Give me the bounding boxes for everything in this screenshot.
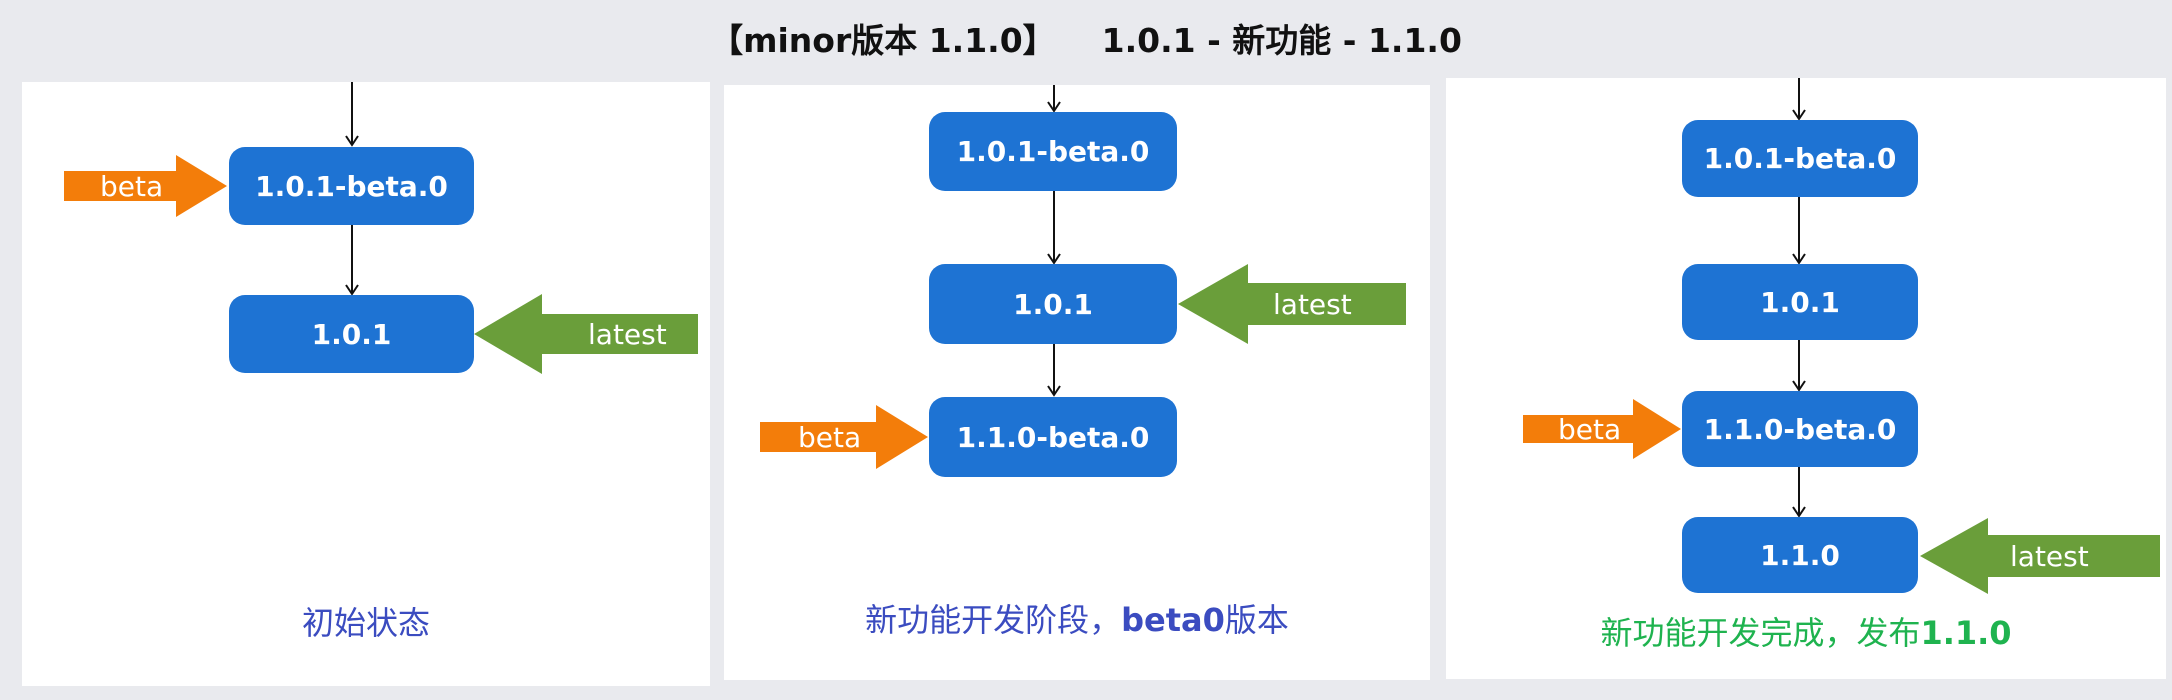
latest-label: latest (1273, 287, 1352, 321)
beta-pointer-arrow: beta (760, 405, 928, 469)
beta-label: beta (100, 169, 164, 203)
panel-release: 1.0.1-beta.0 1.0.1 1.1.0-beta.0 1.1.0 be… (1446, 78, 2166, 679)
version-box: 1.0.1-beta.0 (229, 147, 474, 225)
diagram-title: 【minor版本 1.1.0】 1.0.1 - 新功能 - 1.1.0 (0, 14, 2172, 62)
latest-pointer-arrow: latest (1178, 264, 1406, 344)
latest-pointer-arrow: latest (1920, 518, 2160, 594)
latest-label: latest (588, 317, 667, 351)
title-part-1: 【minor版本 1.1.0】 (710, 21, 1056, 60)
beta-pointer-arrow: beta (64, 155, 227, 217)
panel-caption: 初始状态 (301, 604, 430, 642)
latest-pointer-arrow: latest (474, 294, 698, 374)
beta-label: beta (798, 420, 862, 454)
latest-label: latest (2010, 539, 2089, 573)
title-part-2: 1.0.1 - 新功能 - 1.1.0 (1101, 21, 1462, 60)
version-box: 1.0.1 (229, 295, 474, 373)
panel-initial-state: 1.0.1-beta.0 1.0.1 beta latest 初始状态 (22, 82, 710, 686)
version-box: 1.1.0-beta.0 (1682, 391, 1918, 467)
caption-prefix: 新功能开发阶段， (865, 601, 1122, 639)
version-box: 1.0.1 (929, 264, 1177, 344)
panel-beta-stage: 1.0.1-beta.0 1.0.1 1.1.0-beta.0 latest b… (724, 85, 1430, 680)
panel-caption: 新功能开发完成，发布1.1.0 (1446, 608, 2166, 654)
beta-pointer-arrow: beta (1523, 399, 1681, 459)
version-box: 1.1.0-beta.0 (929, 397, 1177, 477)
caption-bold: 1.1.0 (1920, 614, 2012, 652)
version-box: 1.1.0 (1682, 517, 1918, 593)
panel-caption: 新功能开发阶段，beta0版本 (724, 595, 1430, 641)
caption-suffix: 版本 (1224, 601, 1289, 639)
version-box: 1.0.1-beta.0 (929, 112, 1177, 191)
caption-prefix: 新功能开发完成，发布 (1600, 614, 1921, 652)
version-box: 1.0.1-beta.0 (1682, 120, 1918, 197)
caption-bold: beta0 (1121, 601, 1225, 639)
version-box: 1.0.1 (1682, 264, 1918, 340)
beta-label: beta (1558, 412, 1622, 446)
